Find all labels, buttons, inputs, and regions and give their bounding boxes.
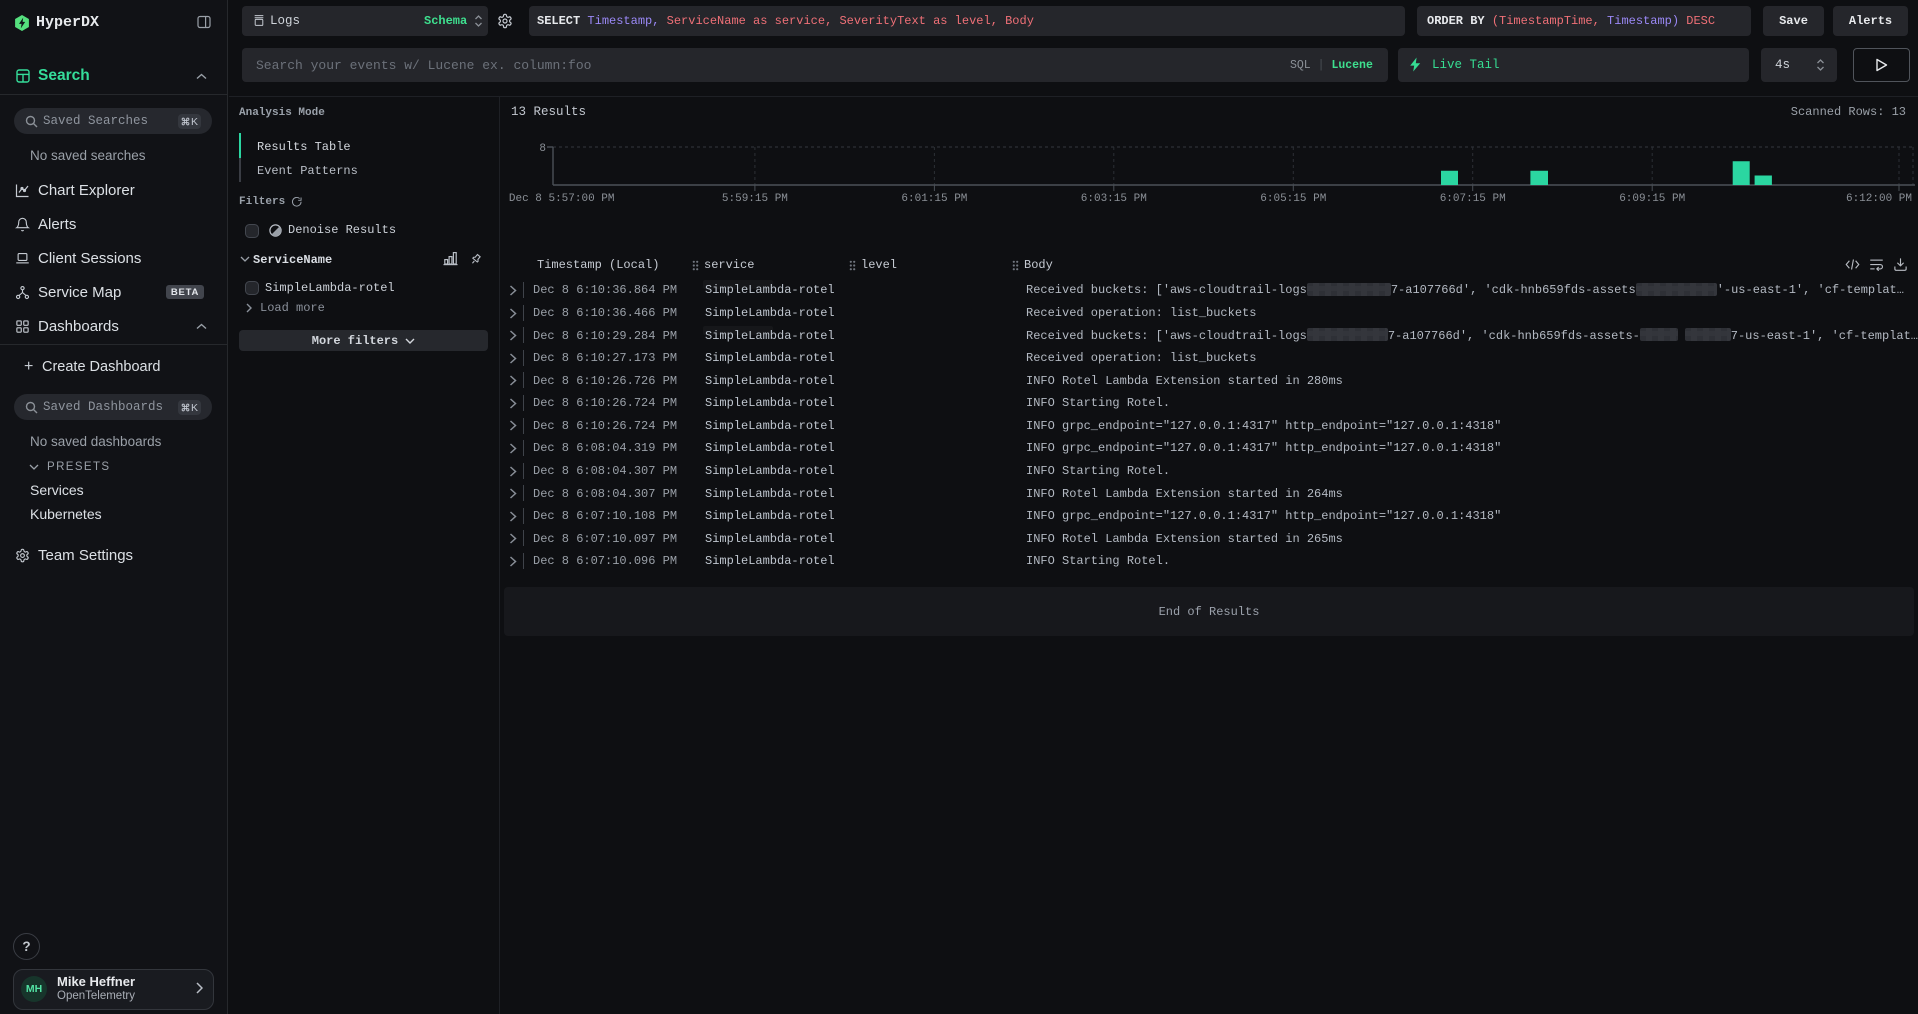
svg-text:6:12:00 PM: 6:12:00 PM (1846, 193, 1912, 205)
svg-text:5:59:15 PM: 5:59:15 PM (722, 193, 788, 205)
svg-text:6:07:15 PM: 6:07:15 PM (1440, 193, 1506, 205)
svg-text:8: 8 (539, 143, 546, 155)
svg-text:Dec 8 5:57:00 PM: Dec 8 5:57:00 PM (509, 193, 615, 205)
svg-text:6:05:15 PM: 6:05:15 PM (1260, 193, 1326, 205)
svg-text:6:01:15 PM: 6:01:15 PM (901, 193, 967, 205)
svg-text:6:03:15 PM: 6:03:15 PM (1081, 193, 1147, 205)
svg-text:6:09:15 PM: 6:09:15 PM (1619, 193, 1685, 205)
